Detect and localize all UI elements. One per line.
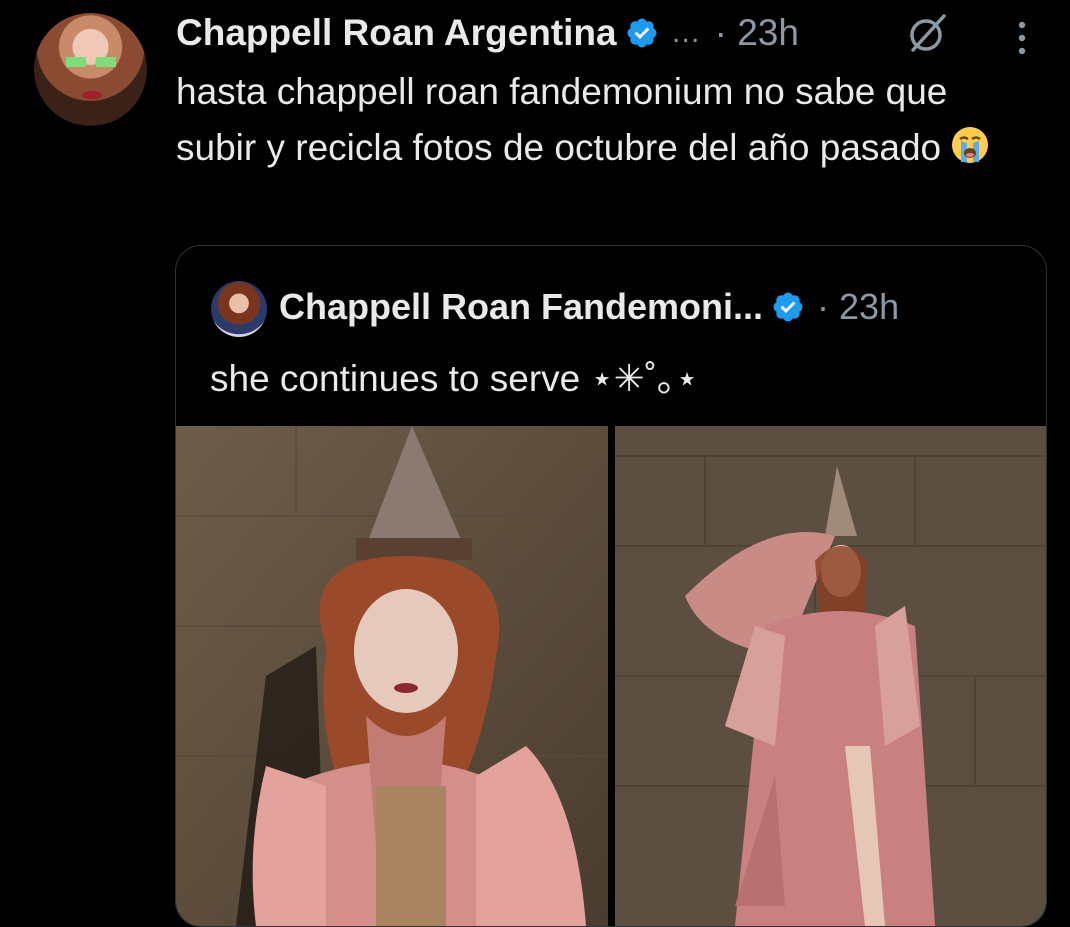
- grok-icon[interactable]: [904, 10, 950, 56]
- more-options-icon[interactable]: [1012, 18, 1032, 58]
- quoted-tweet-card[interactable]: Chappell Roan Fandemoni... · 23h she con…: [175, 245, 1047, 927]
- name-truncation: …: [670, 16, 701, 49]
- avatar-lips: [82, 91, 102, 99]
- quoted-photo-2[interactable]: [615, 426, 1046, 926]
- author-avatar[interactable]: [34, 13, 147, 126]
- verified-badge-icon: [773, 292, 803, 322]
- tweet-header: Chappell Roan Argentina … · 23h: [176, 10, 799, 56]
- quoted-photo-1[interactable]: [176, 426, 608, 926]
- quoted-tweet-header: Chappell Roan Fandemoni... · 23h: [279, 282, 899, 332]
- tweet-time[interactable]: · 23h: [715, 12, 799, 54]
- author-name[interactable]: Chappell Roan Argentina: [176, 12, 617, 54]
- avatar-eyes: [66, 57, 116, 67]
- quoted-tweet-text: she continues to serve ⋆✳︎˚｡⋆: [210, 358, 699, 399]
- tweet-text: hasta chappell roan fandemonium no sabe …: [176, 71, 948, 168]
- verified-badge-icon: [627, 18, 657, 48]
- quoted-author-name[interactable]: Chappell Roan Fandemoni...: [279, 286, 763, 328]
- tweet-body: hasta chappell roan fandemonium no sabe …: [176, 64, 1036, 176]
- quoted-tweet-time[interactable]: · 23h: [817, 286, 899, 328]
- quoted-author-avatar[interactable]: [211, 281, 267, 337]
- loudly-crying-face-icon: [952, 127, 989, 163]
